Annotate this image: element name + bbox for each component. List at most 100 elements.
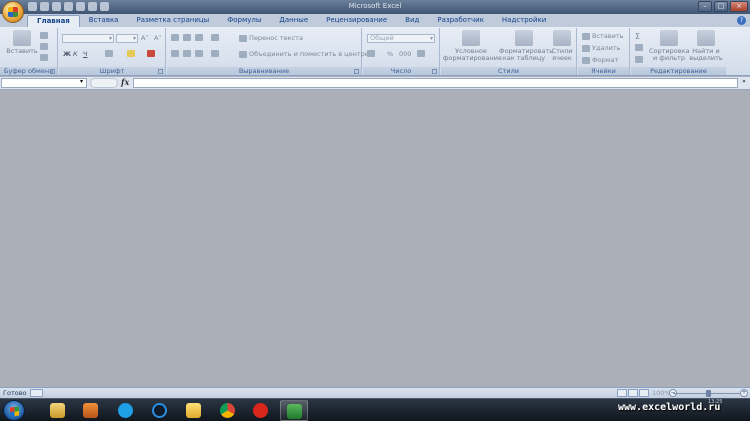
currency-icon bbox=[367, 50, 375, 57]
taskbar-excel[interactable] bbox=[280, 400, 308, 421]
taskbar-mail-agent[interactable] bbox=[146, 400, 174, 421]
sort-filter-button[interactable]: Сортировка и фильтр bbox=[649, 30, 690, 62]
find-select-label: Найти и выделить bbox=[689, 47, 723, 62]
format-cells-icon bbox=[582, 56, 590, 64]
decimal-button[interactable] bbox=[417, 50, 425, 57]
zoom-level[interactable]: 100% bbox=[652, 389, 671, 397]
fill-color-icon bbox=[127, 50, 135, 57]
paste-button[interactable]: Вставить bbox=[6, 30, 38, 55]
align-top-button[interactable] bbox=[171, 34, 179, 41]
group-label-font: Шрифт bbox=[59, 67, 165, 75]
name-box-dropdown-icon[interactable]: ▾ bbox=[80, 78, 83, 85]
page-layout-view-button[interactable] bbox=[628, 389, 638, 397]
group-label-clipboard: Буфер обмена bbox=[0, 67, 57, 75]
zoom-in-button[interactable]: + bbox=[740, 389, 748, 397]
cell-styles-button[interactable]: Стили ячеек bbox=[549, 30, 575, 62]
tab-formulas[interactable]: Формулы bbox=[218, 15, 270, 27]
align-middle-icon bbox=[183, 34, 191, 41]
align-middle-button[interactable] bbox=[183, 34, 191, 41]
align-top-icon bbox=[171, 34, 179, 41]
align-bottom-button[interactable] bbox=[195, 34, 203, 41]
cut-icon bbox=[40, 32, 48, 39]
tab-view[interactable]: Вид bbox=[396, 15, 428, 27]
number-launcher[interactable] bbox=[432, 69, 437, 74]
excel-icon bbox=[287, 404, 302, 419]
underline-button[interactable]: Ч bbox=[83, 50, 87, 58]
italic-button[interactable]: К bbox=[73, 50, 78, 58]
font-size-combo[interactable] bbox=[116, 34, 138, 43]
zoom-slider-thumb[interactable] bbox=[706, 390, 711, 397]
normal-view-button[interactable] bbox=[617, 389, 627, 397]
fill-color-button[interactable] bbox=[127, 50, 135, 57]
taskbar-yandex[interactable] bbox=[247, 400, 275, 421]
office-button[interactable] bbox=[2, 1, 24, 23]
align-right-button[interactable] bbox=[195, 50, 203, 57]
maximize-button[interactable]: □ bbox=[714, 1, 728, 12]
clear-button[interactable] bbox=[635, 56, 643, 63]
percent-button[interactable]: % bbox=[387, 50, 393, 58]
taskbar-media-player[interactable] bbox=[77, 400, 105, 421]
tab-home[interactable]: Главная bbox=[27, 15, 80, 27]
tab-insert[interactable]: Вставка bbox=[80, 15, 128, 27]
fill-button[interactable] bbox=[635, 44, 643, 51]
page-break-view-button[interactable] bbox=[639, 389, 649, 397]
macro-record-icon[interactable] bbox=[30, 389, 43, 397]
close-button[interactable]: × bbox=[730, 1, 748, 12]
tab-page-layout[interactable]: Разметка страницы bbox=[127, 15, 218, 27]
wrap-text-icon bbox=[239, 34, 247, 42]
chrome-icon bbox=[220, 403, 235, 418]
bold-button[interactable]: Ж bbox=[63, 50, 71, 58]
taskbar-skype[interactable] bbox=[112, 400, 140, 421]
thousands-button[interactable]: 000 bbox=[399, 50, 411, 58]
insert-function-button[interactable]: fx bbox=[121, 77, 129, 87]
formula-input[interactable] bbox=[133, 78, 738, 88]
minimize-button[interactable]: – bbox=[698, 1, 712, 12]
insert-cells-button[interactable]: Вставить bbox=[582, 32, 623, 40]
format-as-table-button[interactable]: Форматировать как таблицу bbox=[499, 30, 553, 62]
grow-font-button[interactable]: A˄ bbox=[141, 34, 149, 42]
ribbon-tab-bar: Главная Вставка Разметка страницы Формул… bbox=[0, 14, 750, 27]
taskbar-explorer[interactable] bbox=[44, 400, 72, 421]
tab-review[interactable]: Рецензирование bbox=[317, 15, 396, 27]
status-bar: Готово 100% − + bbox=[0, 387, 750, 398]
group-label-editing: Редактирование bbox=[631, 67, 726, 75]
clipboard-launcher[interactable] bbox=[50, 69, 55, 74]
start-button[interactable] bbox=[3, 400, 25, 421]
format-cells-button[interactable]: Формат bbox=[582, 56, 618, 64]
find-select-button[interactable]: Найти и выделить bbox=[689, 30, 723, 62]
cell-styles-icon bbox=[553, 30, 571, 46]
group-label-styles: Стили bbox=[441, 67, 576, 75]
tab-developer[interactable]: Разработчик bbox=[428, 15, 493, 27]
format-painter-button[interactable] bbox=[40, 54, 48, 61]
orientation-button[interactable] bbox=[211, 34, 219, 41]
copy-button[interactable] bbox=[40, 43, 48, 50]
wrap-text-button[interactable]: Перенос текста bbox=[239, 34, 303, 42]
font-name-combo[interactable] bbox=[62, 34, 114, 43]
tab-data[interactable]: Данные bbox=[270, 15, 317, 27]
group-label-cells: Ячейки bbox=[578, 67, 629, 75]
font-launcher[interactable] bbox=[158, 69, 163, 74]
conditional-format-button[interactable]: Условное форматирование bbox=[443, 30, 502, 62]
eraser-icon bbox=[635, 56, 643, 63]
indent-icon bbox=[211, 50, 219, 57]
cut-button[interactable] bbox=[40, 32, 48, 39]
tab-addins[interactable]: Надстройки bbox=[493, 15, 555, 27]
expand-formula-bar-icon[interactable]: » bbox=[740, 78, 748, 87]
taskbar-chrome[interactable] bbox=[214, 400, 242, 421]
indent-button[interactable] bbox=[211, 50, 219, 57]
delete-cells-button[interactable]: Удалить bbox=[582, 44, 620, 52]
name-box[interactable] bbox=[1, 78, 87, 88]
help-icon[interactable]: ? bbox=[737, 16, 746, 25]
autosum-button[interactable]: Σ bbox=[635, 32, 640, 41]
currency-button[interactable] bbox=[367, 50, 375, 57]
merge-center-button[interactable]: Объединить и поместить в центре bbox=[239, 50, 369, 58]
merge-label: Объединить и поместить в центре bbox=[249, 50, 369, 58]
taskbar-files[interactable] bbox=[180, 400, 208, 421]
borders-button[interactable] bbox=[105, 50, 113, 57]
number-format-combo[interactable]: Общий bbox=[367, 34, 435, 43]
font-color-button[interactable] bbox=[147, 50, 155, 57]
shrink-font-button[interactable]: A˅ bbox=[154, 34, 162, 42]
align-center-button[interactable] bbox=[183, 50, 191, 57]
align-left-button[interactable] bbox=[171, 50, 179, 57]
alignment-launcher[interactable] bbox=[354, 69, 359, 74]
